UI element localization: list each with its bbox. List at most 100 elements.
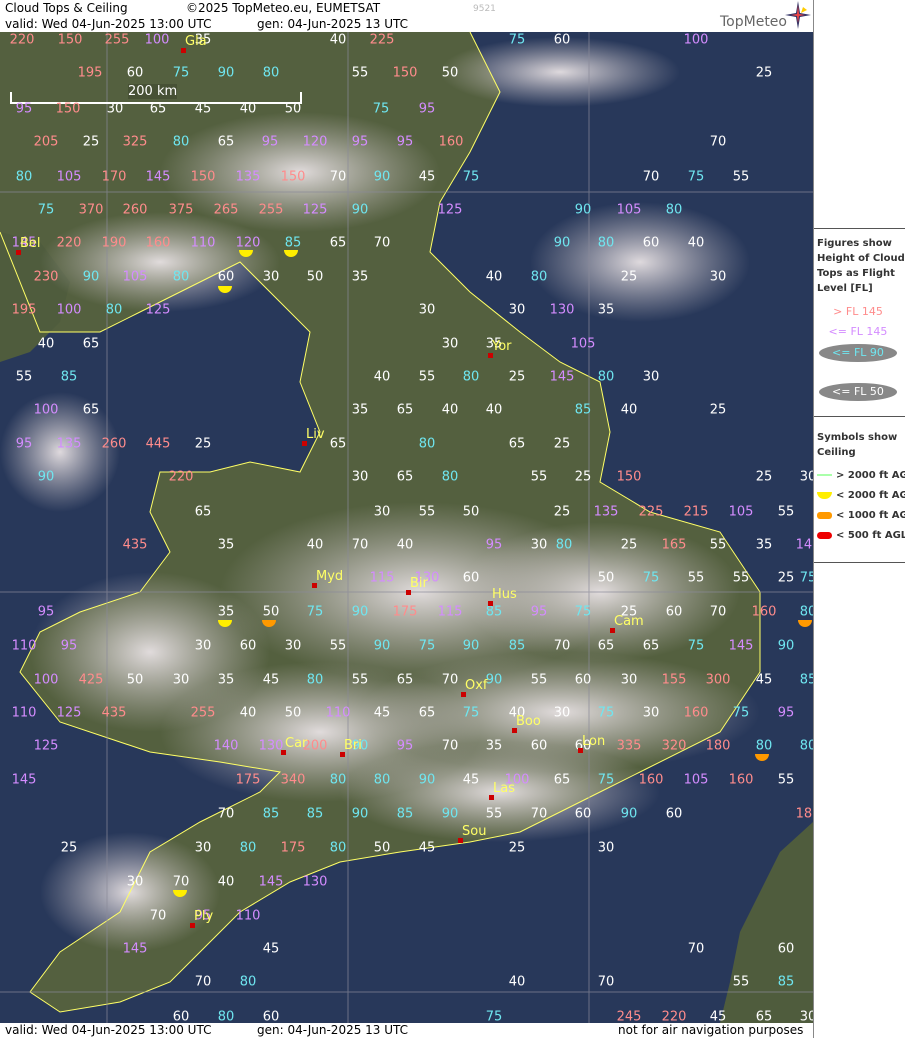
flight-level-label: 50	[284, 101, 302, 117]
flight-level-label: 60	[462, 570, 480, 586]
flight-level-label: 125	[56, 705, 82, 721]
flight-level-label: 70	[642, 169, 660, 185]
flight-level-label: 140	[213, 738, 239, 754]
flight-level-label: 25	[508, 840, 526, 856]
flight-level-label: 370	[78, 202, 104, 218]
flight-level-label: 25	[508, 369, 526, 385]
flight-level-label: 90	[373, 638, 391, 654]
map-title: Cloud Tops & Ceiling	[5, 1, 128, 15]
footer-disclaimer: not for air navigation purposes	[618, 1023, 804, 1037]
flight-level-label: 55	[351, 65, 369, 81]
flight-level-label: 145	[122, 941, 148, 957]
city-label: Yor	[492, 339, 512, 354]
city-label: Las	[493, 781, 515, 796]
city-label: Car	[285, 736, 308, 751]
flight-level-label: 70	[329, 169, 347, 185]
flight-level-label: 50	[126, 672, 144, 688]
footer-valid-time: valid: Wed 04-Jun-2025 13:00 UTC	[5, 1023, 212, 1037]
flight-level-label: 75	[597, 772, 615, 788]
flight-level-label: 70	[553, 638, 571, 654]
flight-level-label: 65	[755, 1009, 773, 1024]
flight-level-label: 175	[392, 604, 418, 620]
flight-level-label: 60	[553, 32, 571, 48]
flight-level-label: 220	[56, 235, 82, 251]
city-label: Oxf	[465, 678, 488, 693]
flight-level-label: 70	[194, 974, 212, 990]
flight-level-label: 30	[597, 840, 615, 856]
flight-level-label: 55	[485, 806, 503, 822]
header-bar: Cloud Tops & Ceiling ©2025 TopMeteo.eu, …	[0, 0, 813, 32]
flight-level-label: 25	[709, 402, 727, 418]
legend-figures-title: Figures show Height of Cloud Tops as Fli…	[817, 238, 905, 294]
flight-level-label: 100	[56, 302, 82, 318]
flight-level-label: 30	[284, 638, 302, 654]
flight-level-label: 80	[172, 134, 190, 150]
flight-level-label: 80	[329, 772, 347, 788]
flight-level-label: 195	[77, 65, 103, 81]
flight-level-label: 75	[418, 638, 436, 654]
flight-level-label: 160	[638, 772, 664, 788]
flight-level-label: 85	[485, 604, 503, 620]
product-code: 9521	[473, 4, 496, 14]
flight-level-label: 80	[172, 269, 190, 285]
flight-level-label: 150	[190, 169, 216, 185]
city-label: Liv	[306, 427, 325, 442]
flight-level-label: 175	[280, 840, 306, 856]
ceiling-lt-1000-label: < 1000 ft AGL	[836, 510, 905, 521]
flight-level-label: 55	[530, 469, 548, 485]
flight-level-label: 70	[687, 941, 705, 957]
flight-level-label: 55	[732, 169, 750, 185]
flight-level-label: 30	[799, 1009, 813, 1024]
flight-level-label: 70	[351, 537, 369, 553]
flight-level-label: 125	[145, 302, 171, 318]
flight-level-label: 50	[462, 504, 480, 520]
topmeteo-logo: TopMeteo	[720, 14, 787, 30]
flight-level-label: 30	[441, 336, 459, 352]
flight-level-label: 25	[777, 570, 795, 586]
flight-level-label: 25	[574, 469, 592, 485]
flight-level-label: 50	[373, 840, 391, 856]
flight-level-label: 60	[777, 941, 795, 957]
flight-level-label: 85	[799, 672, 813, 688]
flight-level-label: 90	[418, 772, 436, 788]
flight-level-label: 35	[351, 269, 369, 285]
flight-level-label: 220	[9, 32, 35, 48]
flight-level-label: 45	[755, 672, 773, 688]
flight-level-label: 45	[462, 772, 480, 788]
flight-level-label: 425	[78, 672, 104, 688]
flight-level-label: 25	[60, 840, 78, 856]
flight-level-label: 90	[37, 469, 55, 485]
flight-level-label: 65	[642, 638, 660, 654]
flight-level-label: 50	[597, 570, 615, 586]
flight-level-label: 85	[306, 806, 324, 822]
flight-level-label: 65	[418, 705, 436, 721]
flight-level-label: 70	[373, 235, 391, 251]
flight-level-label: 80	[597, 235, 615, 251]
flight-level-label: 25	[82, 134, 100, 150]
flight-level-label: 300	[705, 672, 731, 688]
satellite-map[interactable]: 200 km 220 150 255 100 35 40 225 75 60 100 195 60 75…	[0, 32, 813, 1023]
flight-level-label: 95	[261, 134, 279, 150]
flight-level-label: 55	[15, 369, 33, 385]
flight-level-label: 90	[777, 638, 795, 654]
flight-level-label: 225	[369, 32, 395, 48]
flight-level-label: 260	[122, 202, 148, 218]
flight-level-label: 80	[418, 436, 436, 452]
flight-level-label: 95	[485, 537, 503, 553]
flight-level-label: 80	[15, 169, 33, 185]
ceiling-lt-2000-legend: < 2000 ft AGL	[817, 490, 905, 501]
flight-level-label: 130	[302, 874, 328, 890]
flight-level-label: 150	[57, 32, 83, 48]
flight-level-label: 40	[239, 101, 257, 117]
flight-level-label: 80	[555, 537, 573, 553]
flight-level-label: 195	[11, 302, 37, 318]
flight-level-label: 90	[620, 806, 638, 822]
flight-level-label: 65	[508, 436, 526, 452]
flight-level-label: 50	[441, 65, 459, 81]
flight-level-label: 120	[302, 134, 328, 150]
flight-level-label: 125	[302, 202, 328, 218]
flight-level-label: 75	[574, 604, 592, 620]
flight-level-label: 30	[642, 705, 660, 721]
flight-level-label: 75	[687, 638, 705, 654]
legend-item-fl70: <= FL 70	[832, 365, 884, 378]
